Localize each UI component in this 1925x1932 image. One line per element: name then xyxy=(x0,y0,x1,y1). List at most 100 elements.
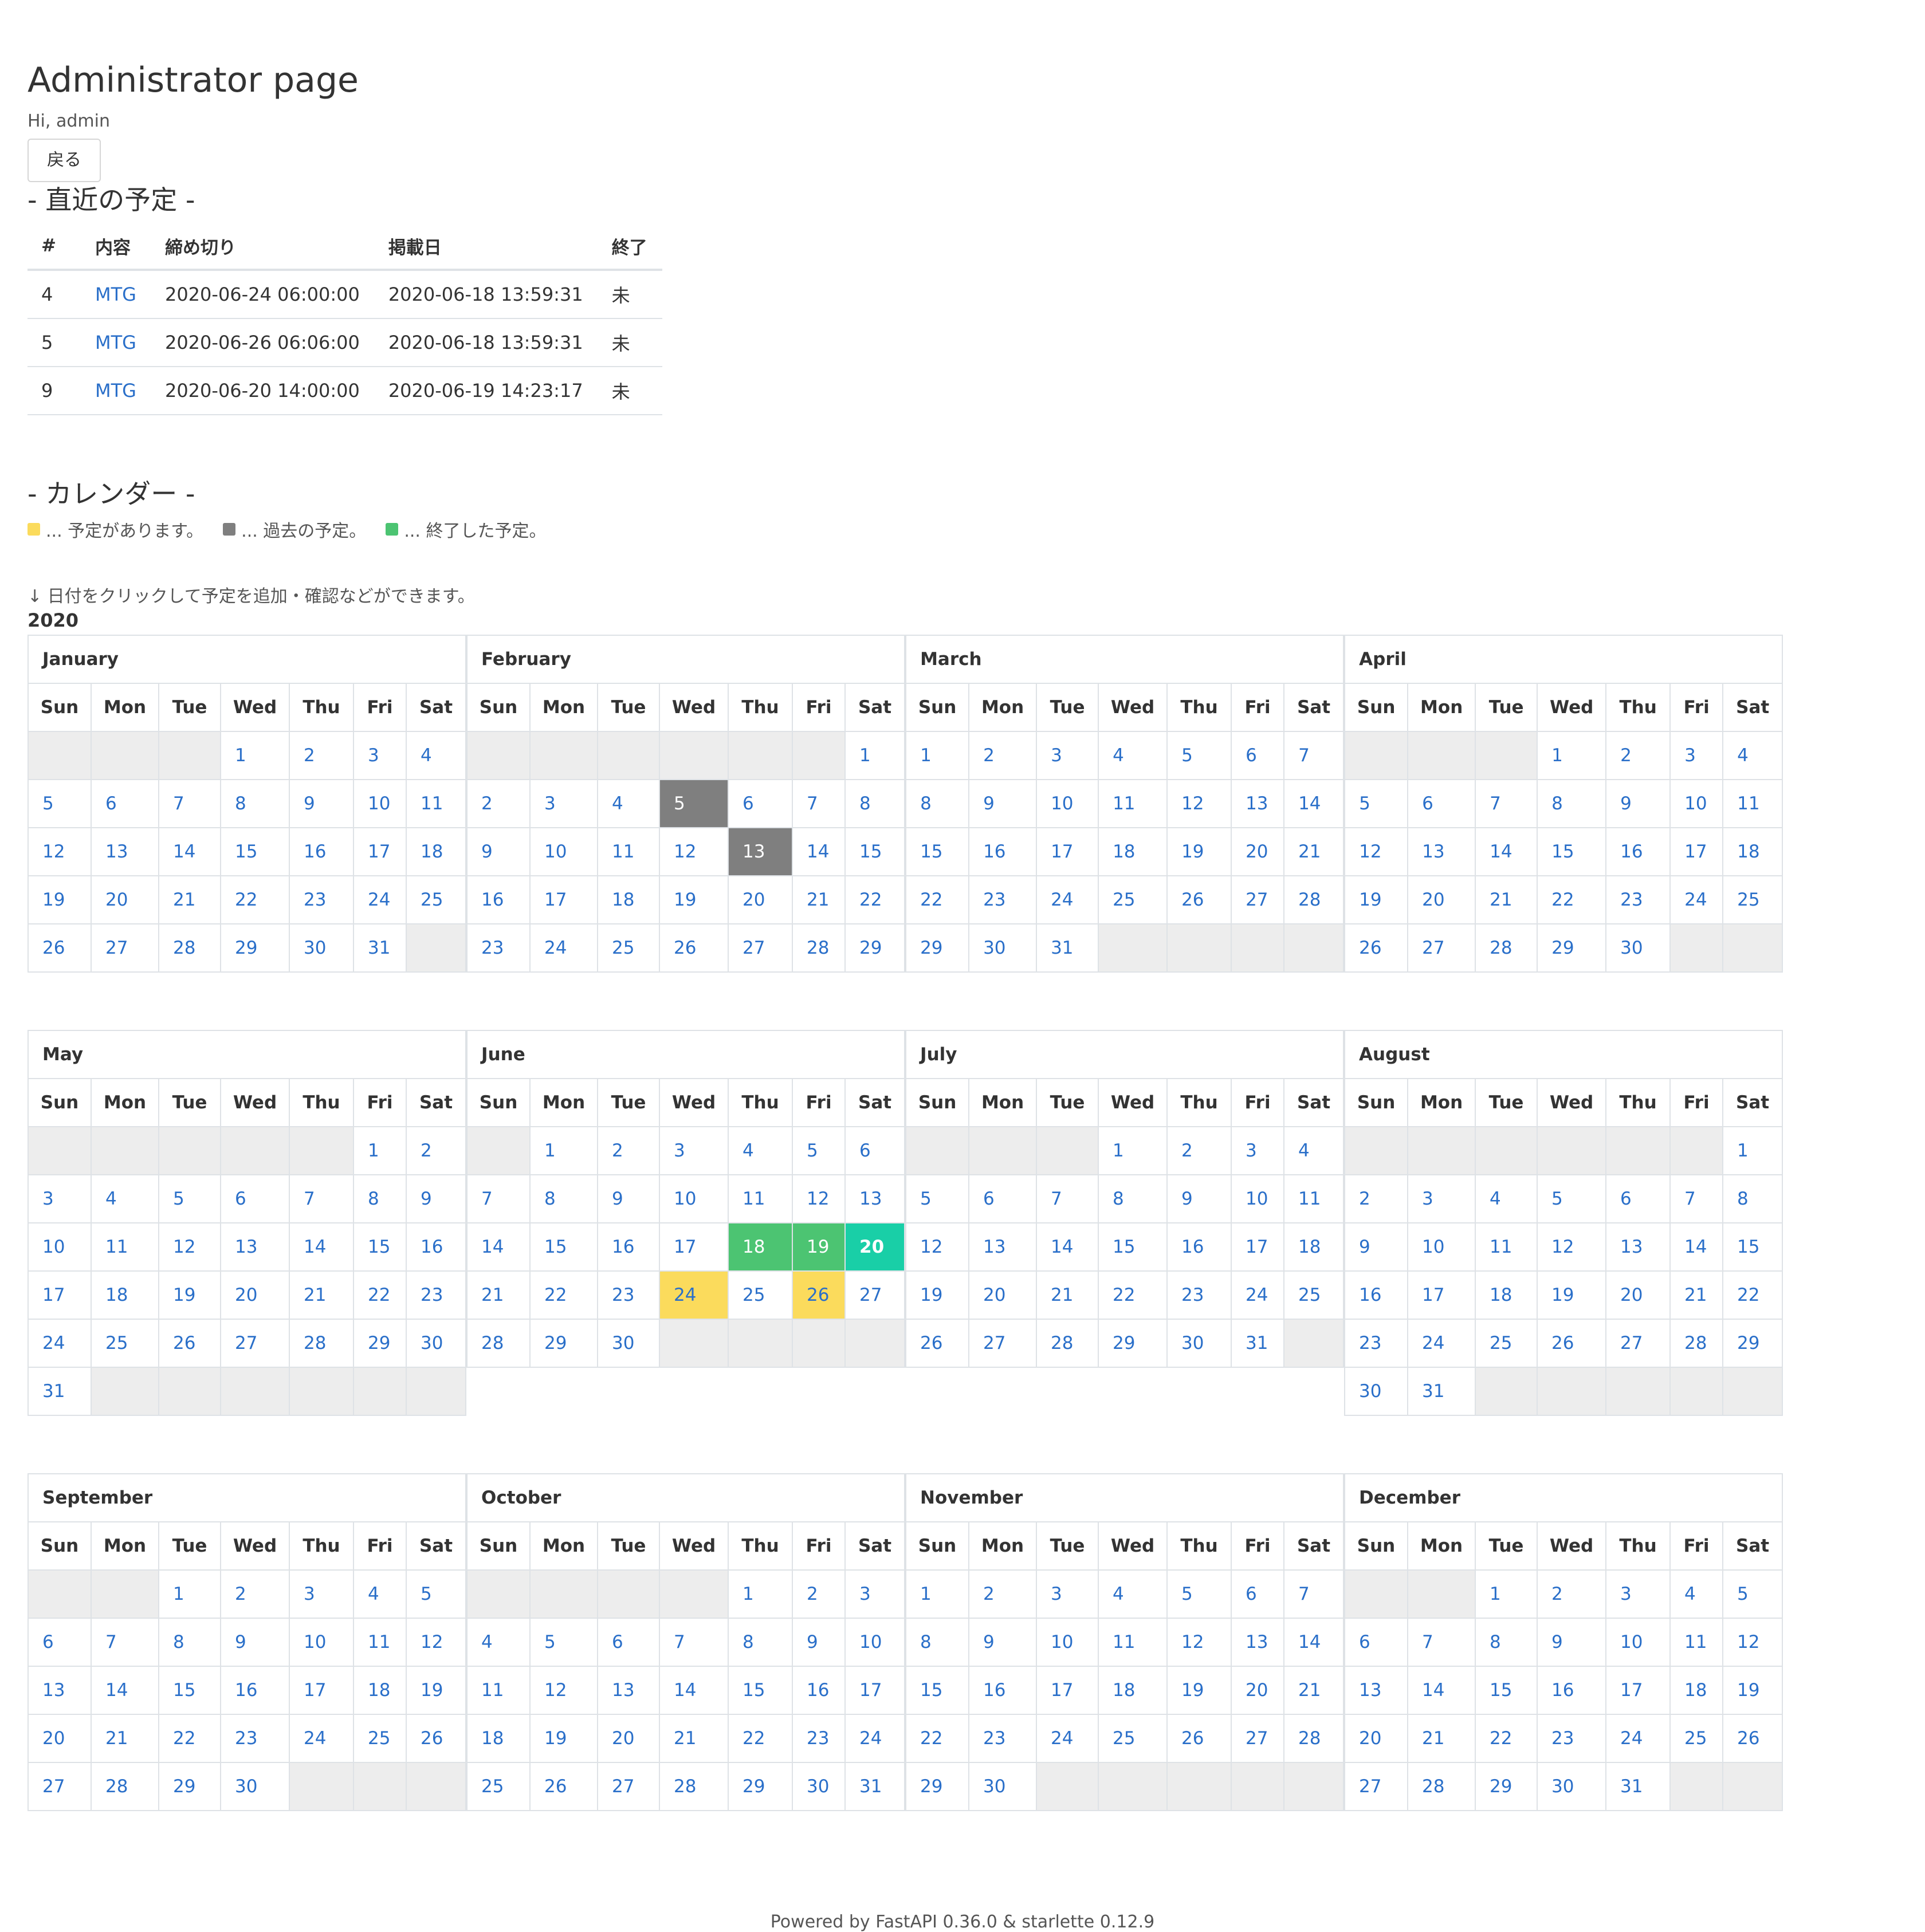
day-cell[interactable]: 20 xyxy=(1407,875,1476,925)
day-cell[interactable]: 3 xyxy=(1231,1126,1285,1176)
day-cell[interactable]: 25 xyxy=(1283,1270,1345,1320)
day-cell[interactable]: 27 xyxy=(597,1762,661,1812)
day-cell[interactable]: 18 xyxy=(1283,1222,1345,1272)
day-cell[interactable]: 4 xyxy=(1475,1174,1538,1224)
day-cell[interactable]: 28 xyxy=(1669,1319,1724,1368)
row-content-link[interactable]: MTG xyxy=(95,284,136,305)
day-cell[interactable]: 19 xyxy=(1537,1270,1607,1320)
day-cell[interactable]: 16 xyxy=(1605,827,1671,877)
day-cell[interactable]: 16 xyxy=(289,827,354,877)
day-cell[interactable]: 4 xyxy=(597,779,660,829)
day-cell[interactable]: 17 xyxy=(659,1222,729,1272)
day-cell[interactable]: 6 xyxy=(844,1126,906,1176)
day-cell[interactable]: 16 xyxy=(968,827,1038,877)
day-cell[interactable]: 2 xyxy=(1537,1569,1607,1619)
day-cell[interactable]: 8 xyxy=(529,1174,599,1224)
day-cell[interactable]: 5 xyxy=(1722,1569,1783,1619)
day-cell[interactable]: 17 xyxy=(1231,1222,1285,1272)
day-cell[interactable]: 24 xyxy=(1605,1714,1671,1764)
day-cell[interactable]: 1 xyxy=(353,1126,407,1176)
day-cell[interactable]: 10 xyxy=(1231,1174,1285,1224)
day-cell[interactable]: 26 xyxy=(659,923,729,973)
day-cell[interactable]: 27 xyxy=(1605,1319,1671,1368)
day-cell[interactable]: 11 xyxy=(1669,1618,1724,1667)
day-cell[interactable]: 26 xyxy=(28,923,92,973)
day-cell[interactable]: 13 xyxy=(91,827,159,877)
day-cell[interactable]: 11 xyxy=(91,1222,159,1272)
day-cell[interactable]: 15 xyxy=(905,1666,970,1715)
day-cell[interactable]: 17 xyxy=(28,1270,92,1320)
day-cell[interactable]: 12 xyxy=(659,827,729,877)
day-cell[interactable]: 25 xyxy=(1098,875,1168,925)
day-cell[interactable]: 3 xyxy=(289,1569,354,1619)
day-cell[interactable]: 27 xyxy=(220,1319,290,1368)
day-cell[interactable]: 3 xyxy=(1036,731,1099,781)
day-cell[interactable]: 23 xyxy=(1166,1270,1232,1320)
day-cell[interactable]: 3 xyxy=(28,1174,92,1224)
day-cell[interactable]: 24 xyxy=(353,875,407,925)
day-cell[interactable]: 3 xyxy=(353,731,407,781)
day-cell[interactable]: 9 xyxy=(1344,1222,1409,1272)
day-cell[interactable]: 12 xyxy=(529,1666,599,1715)
day-cell[interactable]: 23 xyxy=(968,875,1038,925)
day-cell[interactable]: 30 xyxy=(1344,1367,1409,1416)
day-cell[interactable]: 22 xyxy=(905,875,970,925)
day-cell[interactable]: 5 xyxy=(28,779,92,829)
day-cell[interactable]: 19 xyxy=(1166,1666,1232,1715)
day-cell[interactable]: 28 xyxy=(1283,1714,1345,1764)
day-cell[interactable]: 1 xyxy=(1475,1569,1538,1619)
day-cell[interactable]: 30 xyxy=(792,1762,846,1812)
day-cell[interactable]: 17 xyxy=(353,827,407,877)
day-cell[interactable]: 28 xyxy=(659,1762,729,1812)
day-cell[interactable]: 26 xyxy=(405,1714,467,1764)
day-cell[interactable]: 5 xyxy=(1344,779,1409,829)
day-cell[interactable]: 29 xyxy=(844,923,906,973)
day-cell[interactable]: 5 xyxy=(1537,1174,1607,1224)
day-cell[interactable]: 15 xyxy=(844,827,906,877)
day-cell[interactable]: 7 xyxy=(1407,1618,1476,1667)
day-cell[interactable]: 7 xyxy=(289,1174,354,1224)
day-cell[interactable]: 15 xyxy=(353,1222,407,1272)
day-cell[interactable]: 16 xyxy=(1344,1270,1409,1320)
day-cell[interactable]: 19 xyxy=(529,1714,599,1764)
day-cell[interactable]: 24 xyxy=(1407,1319,1476,1368)
day-cell[interactable]: 2 xyxy=(1605,731,1671,781)
day-cell[interactable]: 12 xyxy=(792,1174,846,1224)
day-cell[interactable]: 23 xyxy=(405,1270,467,1320)
day-cell[interactable]: 22 xyxy=(529,1270,599,1320)
day-cell[interactable]: 7 xyxy=(1283,731,1345,781)
day-cell[interactable]: 14 xyxy=(158,827,221,877)
day-cell[interactable]: 24 xyxy=(1036,875,1099,925)
day-cell[interactable]: 30 xyxy=(289,923,354,973)
day-cell[interactable]: 25 xyxy=(728,1270,793,1320)
day-cell[interactable]: 6 xyxy=(968,1174,1038,1224)
day-cell[interactable]: 5 xyxy=(792,1126,846,1176)
day-cell[interactable]: 19 xyxy=(1166,827,1232,877)
day-cell[interactable]: 10 xyxy=(659,1174,729,1224)
day-cell[interactable]: 9 xyxy=(792,1618,846,1667)
day-cell[interactable]: 12 xyxy=(158,1222,221,1272)
day-cell[interactable]: 3 xyxy=(529,779,598,829)
day-cell[interactable]: 28 xyxy=(289,1319,354,1368)
day-cell[interactable]: 9 xyxy=(1537,1618,1607,1667)
day-cell[interactable]: 12 xyxy=(1537,1222,1607,1272)
day-cell[interactable]: 27 xyxy=(728,923,793,973)
day-cell[interactable]: 2 xyxy=(1344,1174,1409,1224)
day-cell[interactable]: 7 xyxy=(1475,779,1538,829)
day-cell[interactable]: 17 xyxy=(1036,1666,1099,1715)
day-cell[interactable]: 6 xyxy=(1344,1618,1409,1667)
day-cell[interactable]: 3 xyxy=(1605,1569,1671,1619)
day-cell[interactable]: 30 xyxy=(597,1319,661,1368)
day-cell[interactable]: 19 xyxy=(158,1270,221,1320)
day-cell[interactable]: 7 xyxy=(466,1174,531,1224)
day-cell[interactable]: 13 xyxy=(1344,1666,1409,1715)
day-cell[interactable]: 8 xyxy=(353,1174,407,1224)
day-cell[interactable]: 23 xyxy=(1605,875,1671,925)
day-cell[interactable]: 3 xyxy=(1669,731,1724,781)
day-cell[interactable]: 6 xyxy=(91,779,159,829)
day-cell[interactable]: 29 xyxy=(1475,1762,1538,1812)
day-cell[interactable]: 17 xyxy=(1407,1270,1476,1320)
day-cell[interactable]: 23 xyxy=(968,1714,1038,1764)
day-cell[interactable]: 25 xyxy=(1098,1714,1168,1764)
day-cell[interactable]: 15 xyxy=(1475,1666,1538,1715)
